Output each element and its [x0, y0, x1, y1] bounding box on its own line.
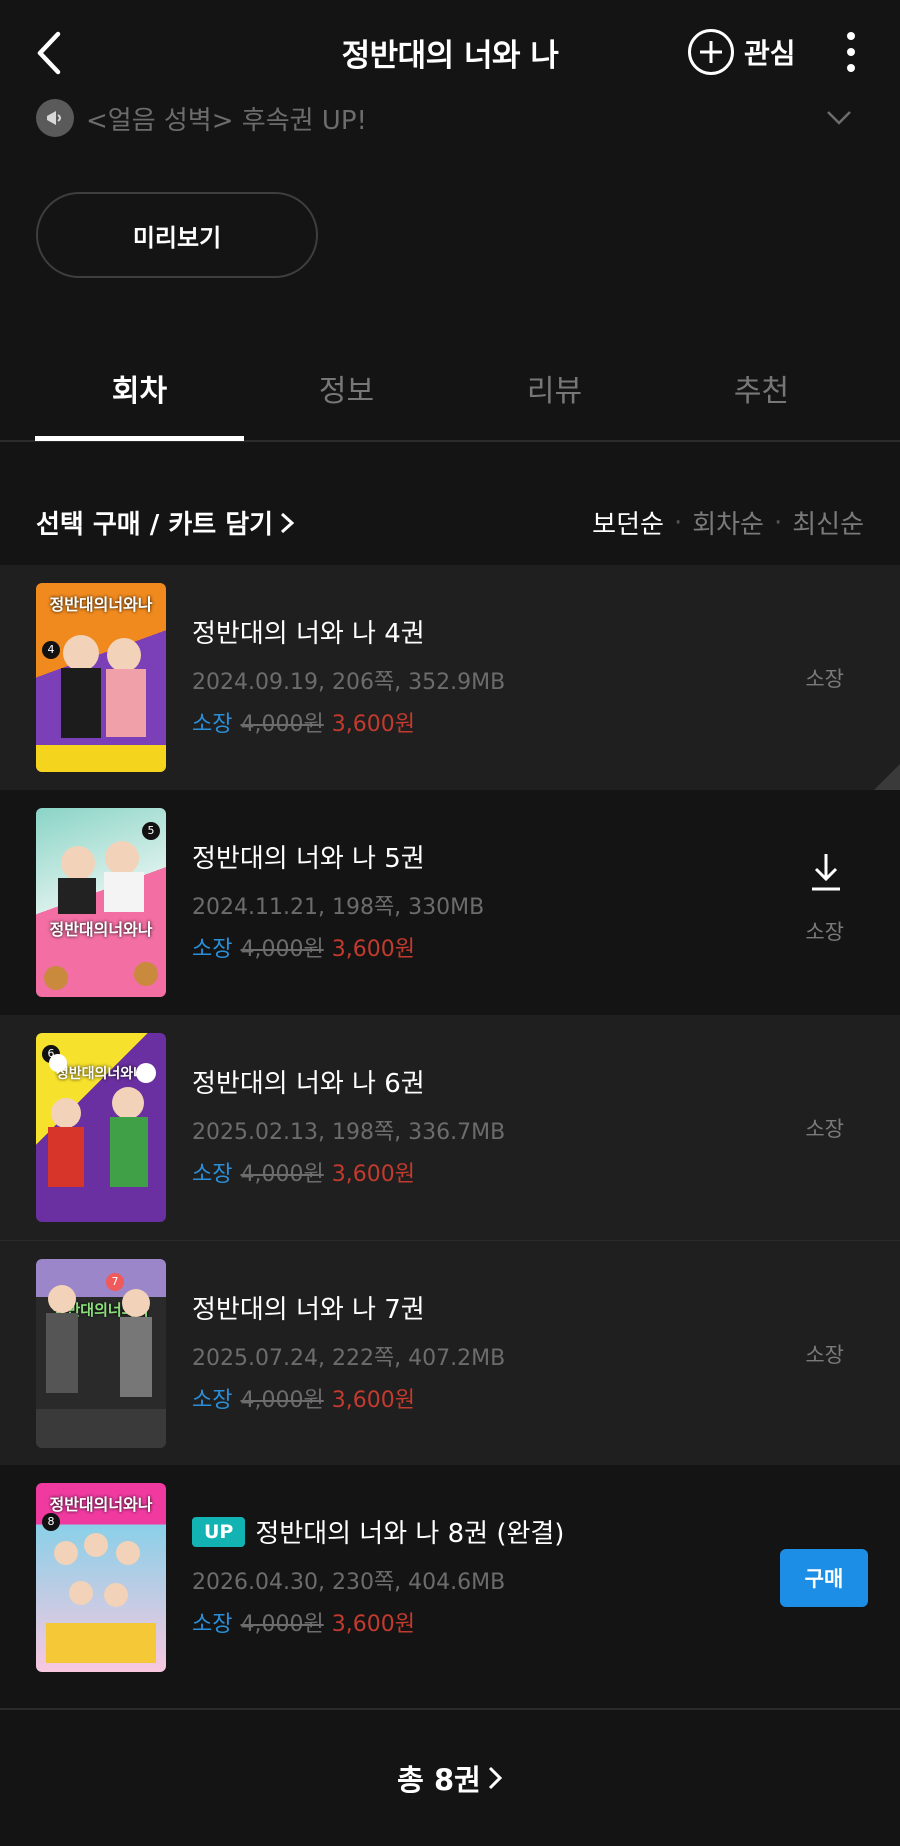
list-item[interactable]: 정반대의너와나 7 정반대의 너와 나 7권 2025.07.24, 222쪽,…: [0, 1240, 900, 1465]
own-label: 소장: [192, 1388, 233, 1413]
own-label: 소장: [192, 937, 233, 962]
list-item[interactable]: 정반대의너와나 6 정반대의 너와 나 6권 2025.02.13, 198쪽,…: [0, 1015, 900, 1240]
sale-price: 3,600원: [331, 712, 415, 737]
price-row: 소장 4,000원 3,600원: [192, 1606, 564, 1638]
app-screen: 정반대의 너와 나 관심 <얼음 성벽> 후속권 UP! 미리보기 회차 정보 …: [0, 0, 900, 1846]
more-vertical-icon: [847, 32, 855, 40]
notice-banner[interactable]: <얼음 성벽> 후속권 UP!: [36, 96, 866, 140]
cover-image: 정반대의너와나 5: [36, 808, 166, 997]
megaphone-icon: [36, 99, 74, 137]
episode-title: 정반대의 너와 나 7권: [192, 1295, 425, 1325]
sort-separator: ·: [773, 507, 783, 538]
cover-art: [36, 1285, 166, 1448]
more-dot: [847, 64, 855, 72]
cover-image: 정반대의너와나 8: [36, 1483, 166, 1672]
top-bar: 정반대의 너와 나 관심: [0, 0, 900, 104]
download-icon[interactable]: [810, 852, 842, 892]
sort-option-watched[interactable]: 보던순: [592, 504, 664, 541]
episode-title-row: UP 정반대의 너와 나 8권 (완결): [192, 1513, 564, 1550]
episode-info: UP 정반대의 너와 나 8권 (완결) 2026.04.30, 230쪽, 4…: [192, 1513, 564, 1638]
chevron-right-icon: [488, 1766, 502, 1790]
more-button[interactable]: [840, 32, 862, 72]
select-buy-link[interactable]: 선택 구매 / 카트 담기: [36, 504, 295, 541]
more-dot: [847, 48, 855, 56]
original-price: 4,000원: [240, 712, 324, 737]
original-price: 4,000원: [240, 1612, 324, 1637]
chevron-right-icon: [281, 512, 295, 533]
episode-info: 정반대의 너와 나 4권 2024.09.19, 206쪽, 352.9MB 소…: [192, 613, 505, 738]
last-read-marker: [874, 764, 900, 790]
price-row: 소장 4,000원 3,600원: [192, 931, 484, 963]
cover-image: 정반대의너와나 7: [36, 1259, 166, 1448]
cover-art: [36, 635, 166, 772]
list-item[interactable]: 정반대의너와나 8 UP 정반대의 너와 나 8권 (완결) 2026.04.3…: [0, 1465, 900, 1690]
episode-title: 정반대의 너와 나 8권 (완결): [255, 1519, 565, 1549]
tab-active-indicator: [35, 436, 244, 441]
owned-status: 소장: [805, 1343, 844, 1367]
tab-info[interactable]: 정보: [243, 366, 450, 410]
tab-reviews[interactable]: 리뷰: [451, 366, 658, 410]
original-price: 4,000원: [240, 937, 324, 962]
episode-meta: 2026.04.30, 230쪽, 404.6MB: [192, 1570, 506, 1595]
total-volumes-link[interactable]: 총 8권: [0, 1708, 900, 1846]
own-label: 소장: [192, 712, 233, 737]
own-label: 소장: [192, 1162, 233, 1187]
owned-status: 소장: [805, 1117, 844, 1141]
cover-image: 정반대의너와나 6: [36, 1033, 166, 1222]
notice-text: <얼음 성벽> 후속권 UP!: [86, 105, 367, 136]
sort-options: 보던순 · 회차순 · 최신순: [592, 504, 864, 541]
episode-title: 정반대의 너와 나 4권: [192, 619, 425, 649]
tab-bar: 회차 정보 리뷰 추천: [0, 340, 900, 442]
owned-status: 소장: [805, 667, 844, 691]
chevron-down-icon[interactable]: [826, 104, 852, 130]
cover-art: [44, 841, 158, 990]
episode-list: 정반대의너와나 4 정반대의 너와 나 4권 2024.09.19, 206쪽,…: [0, 565, 900, 1690]
select-buy-label: 선택 구매 / 카트 담기: [36, 510, 274, 540]
sale-price: 3,600원: [331, 1388, 415, 1413]
cover-art: [48, 1054, 156, 1187]
buy-button[interactable]: 구매: [780, 1549, 868, 1607]
sale-price: 3,600원: [331, 1162, 415, 1187]
favorite-label: 관심: [744, 37, 796, 70]
original-price: 4,000원: [240, 1388, 324, 1413]
episode-meta: 2024.09.19, 206쪽, 352.9MB: [192, 670, 506, 695]
favorite-button[interactable]: 관심: [688, 28, 796, 76]
episode-title: 정반대의 너와 나 5권: [192, 844, 425, 874]
sort-option-latest[interactable]: 최신순: [792, 504, 864, 541]
own-label: 소장: [192, 1612, 233, 1637]
sort-separator: ·: [673, 507, 683, 538]
tab-recommend[interactable]: 추천: [658, 366, 865, 410]
tab-episodes[interactable]: 회차: [36, 366, 243, 410]
sort-option-episode[interactable]: 회차순: [692, 504, 764, 541]
original-price: 4,000원: [240, 1162, 324, 1187]
cover-art: [46, 1533, 156, 1663]
episode-meta: 2024.11.21, 198쪽, 330MB: [192, 895, 485, 920]
episode-info: 정반대의 너와 나 6권 2025.02.13, 198쪽, 336.7MB 소…: [192, 1063, 505, 1188]
episode-title: 정반대의 너와 나 6권: [192, 1069, 425, 1099]
list-item[interactable]: 정반대의너와나 5 정반대의 너와 나 5권 2024.11.21, 198쪽,…: [0, 790, 900, 1015]
price-row: 소장 4,000원 3,600원: [192, 706, 505, 738]
total-volumes-label: 총 8권: [397, 1763, 481, 1797]
plus-circle-icon: [688, 29, 734, 75]
episode-meta: 2025.02.13, 198쪽, 336.7MB: [192, 1120, 506, 1145]
episode-info: 정반대의 너와 나 7권 2025.07.24, 222쪽, 407.2MB 소…: [192, 1289, 505, 1414]
cover-image: 정반대의너와나 4: [36, 583, 166, 772]
sale-price: 3,600원: [331, 937, 415, 962]
up-badge: UP: [192, 1516, 246, 1547]
price-row: 소장 4,000원 3,600원: [192, 1382, 505, 1414]
owned-status: 소장: [805, 920, 844, 944]
episode-info: 정반대의 너와 나 5권 2024.11.21, 198쪽, 330MB 소장 …: [192, 838, 484, 963]
sale-price: 3,600원: [331, 1612, 415, 1637]
episode-meta: 2025.07.24, 222쪽, 407.2MB: [192, 1346, 506, 1371]
preview-button[interactable]: 미리보기: [36, 192, 318, 278]
price-row: 소장 4,000원 3,600원: [192, 1156, 505, 1188]
list-item[interactable]: 정반대의너와나 4 정반대의 너와 나 4권 2024.09.19, 206쪽,…: [0, 565, 900, 790]
